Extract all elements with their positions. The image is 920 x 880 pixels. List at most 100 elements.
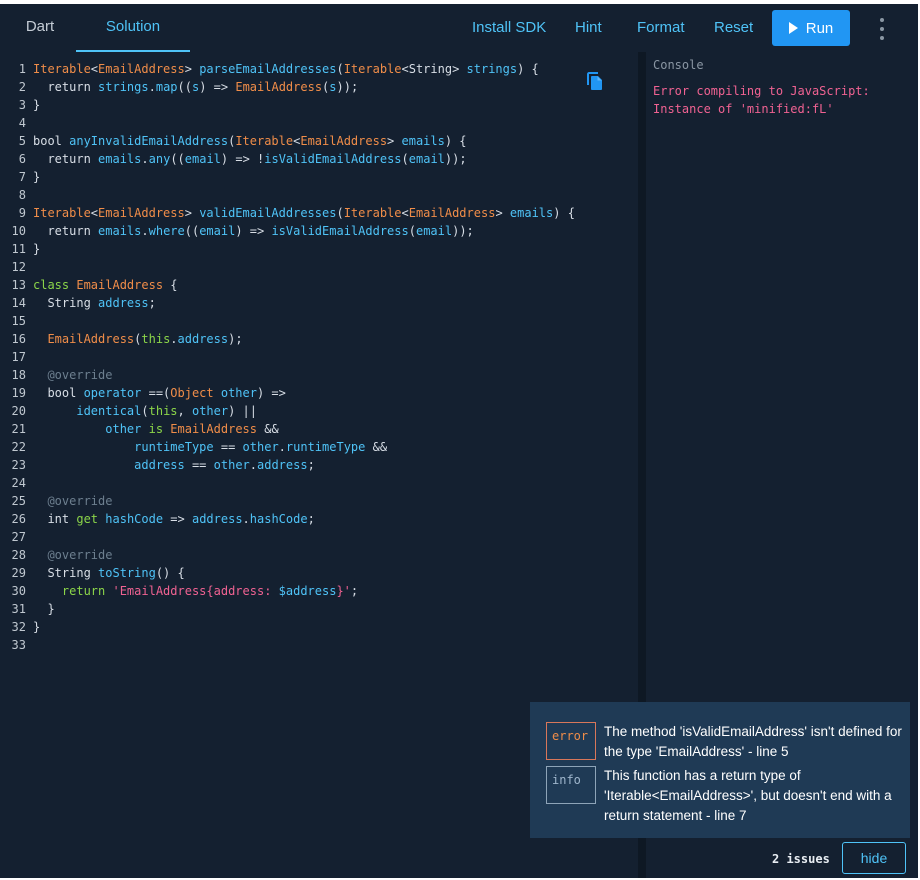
code-token: return [33, 80, 99, 94]
line-text: class EmailAddress { [26, 276, 178, 294]
hide-issues-button[interactable]: hide [842, 842, 906, 874]
line-text: address == other.address; [26, 456, 315, 474]
code-token: && [365, 440, 388, 454]
code-token: Iterable [235, 134, 294, 148]
code-token: Iterable [33, 62, 91, 76]
code-token: parseEmailAddresses [199, 62, 337, 76]
code-token: . [249, 458, 257, 472]
tab-dart[interactable]: Dart [22, 4, 58, 52]
line-number: 4 [18, 116, 26, 130]
code-token: (( [170, 152, 185, 166]
code-token: toString [98, 566, 156, 580]
code-token: )); [452, 224, 474, 238]
console-output: Error compiling to JavaScript: Instance … [653, 84, 870, 116]
code-line: 23 address == other.address; [0, 456, 575, 474]
run-button[interactable]: Run [772, 10, 850, 46]
code-token: other [242, 440, 279, 454]
line-text: other is EmailAddress && [26, 420, 278, 438]
code-token: { [163, 278, 178, 292]
line-number: 15 [11, 314, 26, 328]
line-number: 22 [11, 440, 26, 454]
code-line: 30 return 'EmailAddress{address: $addres… [0, 582, 575, 600]
code-token: address [257, 458, 308, 472]
code-token: . [141, 152, 149, 166]
line-number: 10 [11, 224, 26, 238]
code-token: int [33, 512, 77, 526]
line-text: return 'EmailAddress{address: $address}'… [26, 582, 358, 600]
reset-button[interactable]: Reset [714, 4, 753, 52]
code-token: address [134, 458, 185, 472]
code-line: 12 [0, 258, 575, 276]
code-token: return [33, 584, 113, 598]
code-token: $address [278, 584, 337, 598]
code-line: 17 [0, 348, 575, 366]
code-token: , [177, 404, 192, 418]
code-line: 20 identical(this, other) || [0, 402, 575, 420]
code-token: strings [98, 80, 149, 94]
line-text: return strings.map((s) => EmailAddress(s… [26, 78, 358, 96]
code-token: @override [33, 368, 113, 382]
code-line: 10 return emails.where((email) => isVali… [0, 222, 575, 240]
error-badge: error [546, 722, 596, 760]
line-text: @override [26, 366, 112, 384]
line-number: 14 [11, 296, 26, 310]
more-vert-icon[interactable] [872, 18, 892, 40]
install-sdk-button[interactable]: Install SDK [472, 4, 546, 52]
code-token: )); [336, 80, 359, 94]
code-token: ; [307, 458, 315, 472]
line-text [26, 348, 33, 366]
code-token: other [213, 458, 250, 472]
code-token: } [33, 242, 41, 256]
code-token: == [184, 458, 214, 472]
line-text: @override [26, 492, 112, 510]
code-token: }' [336, 584, 351, 598]
code-line: 5 bool anyInvalidEmailAddress(Iterable<Em… [0, 132, 575, 150]
code-line: 2 return strings.map((s) => EmailAddress… [0, 78, 575, 96]
line-text: @override [26, 546, 112, 564]
tab-solution[interactable]: Solution [76, 4, 190, 52]
code-token: EmailAddress [98, 62, 185, 76]
code-token: . [242, 512, 250, 526]
code-line: 28 @override [0, 546, 575, 564]
code-token: ) => ! [220, 152, 265, 166]
line-number: 2 [18, 80, 26, 94]
code-token: ) { [444, 134, 467, 148]
line-text [26, 474, 33, 492]
copy-icon[interactable] [587, 72, 603, 90]
code-token: . [278, 440, 286, 454]
issue-item[interactable]: error The method 'isValidEmailAddress' i… [546, 722, 904, 762]
code-token: EmailAddress [98, 206, 185, 220]
code-token: String [33, 296, 99, 310]
code-line: 19 bool operator ==(Object other) => [0, 384, 575, 402]
code-token: . [148, 80, 156, 94]
line-number: 12 [11, 260, 26, 274]
line-text: return emails.where((email) => isValidEm… [26, 222, 474, 240]
code-token: . [170, 332, 178, 346]
issue-message: The method 'isValidEmailAddress' isn't d… [604, 724, 902, 759]
code-token: address [98, 296, 149, 310]
code-token: this [141, 332, 171, 346]
code-line: 14 String address; [0, 294, 575, 312]
code-token: ) || [228, 404, 258, 418]
line-number: 26 [11, 512, 26, 526]
issue-item[interactable]: info This function has a return type of … [546, 766, 904, 826]
code-token: )); [444, 152, 467, 166]
code-token: > [495, 206, 510, 220]
code-line: 25 @override [0, 492, 575, 510]
format-button[interactable]: Format [637, 4, 685, 52]
code-token: hashCode [249, 512, 308, 526]
code-token: map [155, 80, 178, 94]
code-token: => [163, 512, 192, 526]
code-token: ); [228, 332, 243, 346]
code-token: > [184, 62, 200, 76]
code-token: Iterable [343, 62, 402, 76]
hint-button[interactable]: Hint [575, 4, 602, 52]
code-line: 8 [0, 186, 575, 204]
code-token: Iterable [33, 206, 91, 220]
top-bar: Dart Solution Install SDK Hint Format Re… [0, 4, 918, 52]
code-line: 24 [0, 474, 575, 492]
code-line: 21 other is EmailAddress && [0, 420, 575, 438]
line-number: 16 [11, 332, 26, 346]
